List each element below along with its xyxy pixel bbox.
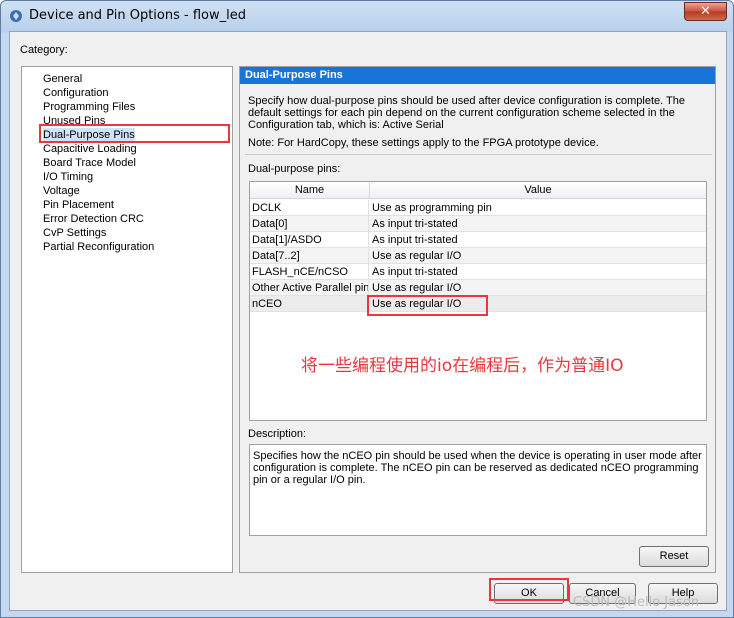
pin-value-cell[interactable]: As input tri-stated (370, 264, 706, 280)
window-title: Device and Pin Options - flow_led (29, 8, 246, 23)
pin-value-cell[interactable]: As input tri-stated (370, 232, 706, 248)
watermark: CSDN @Hello Jason (573, 595, 700, 610)
category-item-configuration[interactable]: Configuration (43, 86, 108, 100)
table-row[interactable]: FLASH_nCE/nCSO As input tri-stated (250, 264, 706, 280)
category-item-io-timing[interactable]: I/O Timing (43, 170, 93, 184)
category-item-capacitive-loading[interactable]: Capacitive Loading (43, 142, 137, 156)
highlight-box-ok (489, 578, 569, 601)
dialog-body: Category: General Configuration Programm… (9, 31, 727, 611)
category-item-partial-reconfiguration[interactable]: Partial Reconfiguration (43, 240, 154, 254)
category-item-error-detection-crc[interactable]: Error Detection CRC (43, 212, 144, 226)
divider (245, 154, 712, 155)
category-item-voltage[interactable]: Voltage (43, 184, 80, 198)
category-item-programming-files[interactable]: Programming Files (43, 100, 135, 114)
dual-purpose-pins-label: Dual-purpose pins: (248, 163, 341, 175)
category-tree[interactable]: General Configuration Programming Files … (21, 66, 233, 573)
table-row[interactable]: Data[0] As input tri-stated (250, 216, 706, 232)
hardcopy-note: Note: For HardCopy, these settings apply… (248, 137, 599, 149)
pin-value-cell[interactable]: As input tri-stated (370, 216, 706, 232)
highlight-box-nceo (367, 295, 488, 316)
pin-value-cell[interactable]: Use as regular I/O (370, 248, 706, 264)
pin-name-cell: Data[1]/ASDO (250, 232, 369, 248)
table-row[interactable]: DCLK Use as programming pin (250, 200, 706, 216)
pin-name-cell: FLASH_nCE/nCSO (250, 264, 369, 280)
table-row[interactable]: Other Active Parallel pins Use as regula… (250, 280, 706, 296)
category-item-general[interactable]: General (43, 72, 82, 86)
table-row[interactable]: Data[1]/ASDO As input tri-stated (250, 232, 706, 248)
dual-purpose-pins-panel: Dual-Purpose Pins Specify how dual-purpo… (239, 66, 716, 573)
category-label: Category: (20, 44, 68, 56)
description-label: Description: (248, 428, 307, 440)
column-header-value[interactable]: Value (370, 182, 706, 199)
annotation-text: 将一些编程使用的io在编程后，作为普通IO (301, 356, 624, 376)
panel-description: Specify how dual-purpose pins should be … (248, 95, 686, 131)
pin-value-cell[interactable]: Use as regular I/O (370, 280, 706, 296)
category-item-board-trace-model[interactable]: Board Trace Model (43, 156, 136, 170)
pin-name-cell: Other Active Parallel pins (252, 280, 369, 296)
description-box: Specifies how the nCEO pin should be use… (249, 444, 707, 536)
pin-name-cell: DCLK (250, 200, 369, 216)
reset-button[interactable]: Reset (639, 546, 709, 567)
pin-value-cell[interactable]: Use as programming pin (370, 200, 706, 216)
quartus-icon (10, 10, 22, 22)
highlight-box-category (39, 124, 230, 143)
panel-header: Dual-Purpose Pins (240, 67, 715, 84)
pin-name-cell: Data[7..2] (250, 248, 369, 264)
category-item-pin-placement[interactable]: Pin Placement (43, 198, 114, 212)
close-icon: ✕ (700, 3, 711, 18)
column-header-name[interactable]: Name (250, 182, 370, 199)
title-bar: Device and Pin Options - flow_led ✕ (1, 1, 733, 31)
close-button[interactable]: ✕ (684, 2, 727, 21)
pin-name-cell: nCEO (250, 296, 369, 312)
pin-name-cell: Data[0] (250, 216, 369, 232)
dialog-window: Device and Pin Options - flow_led ✕ Cate… (0, 0, 734, 618)
pins-table[interactable]: Name Value DCLK Use as programming pin D… (249, 181, 707, 421)
table-row[interactable]: Data[7..2] Use as regular I/O (250, 248, 706, 264)
category-item-cvp-settings[interactable]: CvP Settings (43, 226, 106, 240)
